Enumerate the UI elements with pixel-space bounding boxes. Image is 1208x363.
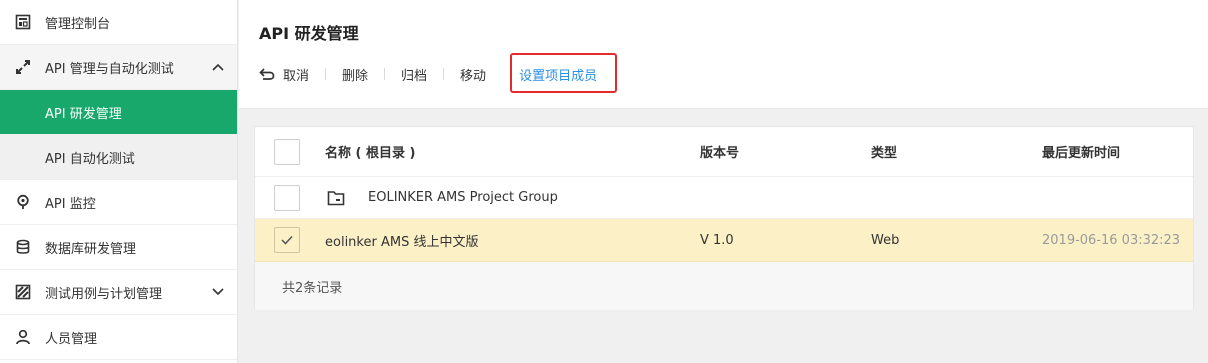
- user-icon: [13, 327, 33, 347]
- toolbar-divider: [384, 68, 386, 80]
- chevron-down-icon[interactable]: [211, 285, 225, 299]
- column-header-version[interactable]: 版本号: [700, 142, 739, 161]
- sidebar: 管理控制台 API 管理与自动化测试 API 研发管理 API 自动化测试 AP…: [0, 0, 238, 363]
- select-all-checkbox[interactable]: [274, 138, 300, 165]
- sidebar-item-console[interactable]: 管理控制台: [0, 0, 237, 45]
- dashboard-icon: [13, 12, 33, 32]
- location-pin-icon: [13, 192, 33, 212]
- toolbar-divider: [443, 68, 445, 80]
- row-checkbox-checked[interactable]: [274, 227, 300, 253]
- project-name[interactable]: eolinker AMS 线上中文版: [325, 231, 478, 250]
- toolbar-divider: [325, 68, 327, 80]
- sidebar-item-test-cases[interactable]: 测试用例与计划管理: [0, 270, 237, 315]
- sidebar-item-label: API 研发管理: [45, 106, 122, 122]
- page-header: API 研发管理 取消 删除 归档 移动 设置项目成员: [239, 0, 1208, 109]
- cancel-label: 取消: [283, 68, 310, 84]
- sidebar-item-label: 测试用例与计划管理: [45, 286, 163, 302]
- sidebar-item-label: 管理控制台: [45, 16, 111, 32]
- table-footer: 共2条记录: [255, 262, 1193, 310]
- column-header-updated[interactable]: 最后更新时间: [1042, 142, 1120, 161]
- sidebar-item-members[interactable]: 人员管理: [0, 315, 237, 360]
- sidebar-item-api-management[interactable]: API 管理与自动化测试: [0, 45, 237, 90]
- folder-icon: [327, 190, 345, 210]
- project-updated-time: 2019-06-16 03:32:23: [1042, 232, 1181, 248]
- project-version: V 1.0: [700, 232, 734, 248]
- row-checkbox[interactable]: [274, 184, 300, 211]
- project-type: Web: [871, 232, 900, 248]
- database-icon: [13, 237, 33, 257]
- cancel-button[interactable]: 取消: [259, 65, 309, 84]
- move-button[interactable]: 移动: [460, 65, 486, 84]
- sidebar-item-label: API 自动化测试: [45, 151, 135, 167]
- record-count: 共2条记录: [282, 280, 343, 296]
- api-manage-icon: [13, 57, 33, 77]
- sidebar-item-label: 人员管理: [45, 331, 98, 347]
- chevron-up-icon[interactable]: [211, 60, 225, 74]
- sidebar-item-api-auto-test[interactable]: API 自动化测试: [0, 135, 237, 180]
- sidebar-item-label: API 监控: [45, 196, 96, 212]
- column-header-name[interactable]: 名称 ( 根目录 ): [325, 142, 415, 161]
- check-icon: [281, 235, 293, 245]
- undo-icon: [259, 68, 275, 80]
- highlight-annotation: [510, 53, 617, 93]
- toolbar-gap: [502, 68, 503, 80]
- sidebar-item-api-dev[interactable]: API 研发管理: [0, 90, 237, 135]
- column-header-type[interactable]: 类型: [871, 142, 897, 161]
- archive-button[interactable]: 归档: [401, 65, 427, 84]
- sidebar-item-label: 数据库研发管理: [45, 241, 137, 257]
- project-table: 名称 ( 根目录 ) 版本号 类型 最后更新时间 EOLINKER AMS Pr…: [254, 126, 1194, 310]
- table-header: 名称 ( 根目录 ) 版本号 类型 最后更新时间: [255, 127, 1193, 177]
- folder-name[interactable]: EOLINKER AMS Project Group: [368, 190, 558, 205]
- sidebar-item-database[interactable]: 数据库研发管理: [0, 225, 237, 270]
- folder-row[interactable]: EOLINKER AMS Project Group: [255, 177, 1193, 219]
- sidebar-item-label: API 管理与自动化测试: [45, 61, 174, 77]
- delete-button[interactable]: 删除: [342, 65, 368, 84]
- sidebar-item-api-monitor[interactable]: API 监控: [0, 180, 237, 225]
- test-case-icon: [13, 282, 33, 302]
- page-title: API 研发管理: [259, 24, 359, 43]
- table-row[interactable]: eolinker AMS 线上中文版 V 1.0 Web 2019-06-16 …: [255, 219, 1193, 262]
